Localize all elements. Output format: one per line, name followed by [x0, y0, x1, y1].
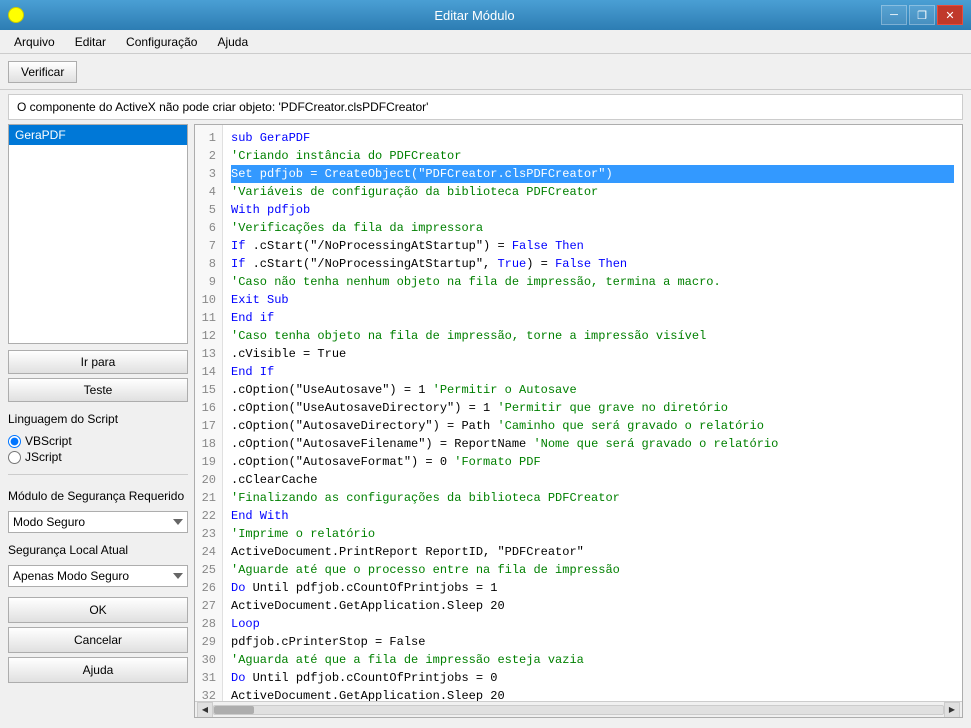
divider-1 — [8, 474, 188, 475]
code-line-13: .cVisible = True — [231, 345, 954, 363]
module-item-gerapdf[interactable]: GeraPDF — [9, 125, 187, 145]
vbscript-radio[interactable]: VBScript — [8, 434, 188, 448]
left-buttons: Ir para Teste — [8, 350, 188, 402]
restore-button[interactable]: ❐ — [909, 5, 935, 25]
scroll-right-arrow[interactable]: ▶ — [944, 702, 960, 718]
scroll-track[interactable] — [213, 705, 944, 715]
code-line-8: If .cStart("/NoProcessingAtStartup", Tru… — [231, 255, 954, 273]
title-bar: Editar Módulo ─ ❐ ✕ — [0, 0, 971, 30]
left-panel: GeraPDF Ir para Teste Linguagem do Scrip… — [8, 124, 188, 718]
code-line-1: sub GeraPDF — [231, 129, 954, 147]
menu-ajuda[interactable]: Ajuda — [207, 33, 258, 51]
code-line-18: .cOption("AutosaveFilename") = ReportNam… — [231, 435, 954, 453]
horizontal-scrollbar[interactable]: ◀ ▶ — [195, 701, 962, 717]
code-line-15: .cOption("UseAutosave") = 1 'Permitir o … — [231, 381, 954, 399]
code-line-26: Do Until pdfjob.cCountOfPrintjobs = 1 — [231, 579, 954, 597]
bottom-buttons: OK Cancelar Ajuda — [8, 597, 188, 683]
code-line-31: Do Until pdfjob.cCountOfPrintjobs = 0 — [231, 669, 954, 687]
seg-local-select[interactable]: Apenas Modo Seguro Modo Inseguro — [8, 565, 188, 587]
cancelar-button[interactable]: Cancelar — [8, 627, 188, 653]
window-controls: ─ ❐ ✕ — [881, 5, 963, 25]
code-line-12: 'Caso tenha objeto na fila de impressão,… — [231, 327, 954, 345]
module-list[interactable]: GeraPDF — [8, 124, 188, 344]
minimize-button[interactable]: ─ — [881, 5, 907, 25]
verify-button[interactable]: Verificar — [8, 61, 77, 83]
code-line-19: .cOption("AutosaveFormat") = 0 'Formato … — [231, 453, 954, 471]
script-radio-group: VBScript JScript — [8, 434, 188, 464]
code-line-24: ActiveDocument.PrintReport ReportID, "PD… — [231, 543, 954, 561]
menu-bar: Arquivo Editar Configuração Ajuda — [0, 30, 971, 54]
scroll-left-arrow[interactable]: ◀ — [197, 702, 213, 718]
menu-arquivo[interactable]: Arquivo — [4, 33, 65, 51]
code-line-9: 'Caso não tenha nenhum objeto na fila de… — [231, 273, 954, 291]
modulo-seg-select[interactable]: Modo Seguro Modo Inseguro — [8, 511, 188, 533]
code-line-23: 'Imprime o relatório — [231, 525, 954, 543]
code-line-2: 'Criando instância do PDFCreator — [231, 147, 954, 165]
code-line-11: End if — [231, 309, 954, 327]
code-line-22: End With — [231, 507, 954, 525]
code-line-30: 'Aguarda até que a fila de impressão est… — [231, 651, 954, 669]
code-line-25: 'Aguarde até que o processo entre na fil… — [231, 561, 954, 579]
close-button[interactable]: ✕ — [937, 5, 963, 25]
menu-editar[interactable]: Editar — [65, 33, 116, 51]
code-line-20: .cClearCache — [231, 471, 954, 489]
code-line-27: ActiveDocument.GetApplication.Sleep 20 — [231, 597, 954, 615]
main-content: GeraPDF Ir para Teste Linguagem do Scrip… — [0, 124, 971, 726]
jscript-label: JScript — [25, 450, 62, 464]
code-line-32: ActiveDocument.GetApplication.Sleep 20 — [231, 687, 954, 701]
code-content[interactable]: sub GeraPDF'Criando instância do PDFCrea… — [223, 125, 962, 701]
error-message: O componente do ActiveX não pode criar o… — [17, 100, 428, 114]
code-line-16: .cOption("UseAutosaveDirectory") = 1 'Pe… — [231, 399, 954, 417]
scroll-thumb[interactable] — [214, 706, 254, 714]
code-line-10: Exit Sub — [231, 291, 954, 309]
code-line-4: 'Variáveis de configuração da biblioteca… — [231, 183, 954, 201]
ok-button[interactable]: OK — [8, 597, 188, 623]
code-line-7: If .cStart("/NoProcessingAtStartup") = F… — [231, 237, 954, 255]
window-title: Editar Módulo — [68, 8, 881, 23]
code-line-29: pdfjob.cPrinterStop = False — [231, 633, 954, 651]
ajuda-button[interactable]: Ajuda — [8, 657, 188, 683]
code-line-21: 'Finalizando as configurações da bibliot… — [231, 489, 954, 507]
seg-local-label: Segurança Local Atual — [8, 543, 188, 557]
code-line-17: .cOption("AutosaveDirectory") = Path 'Ca… — [231, 417, 954, 435]
code-line-5: With pdfjob — [231, 201, 954, 219]
line-numbers: 1234567891011121314151617181920212223242… — [195, 125, 223, 701]
code-line-28: Loop — [231, 615, 954, 633]
error-bar: O componente do ActiveX não pode criar o… — [8, 94, 963, 120]
code-line-6: 'Verificações da fila da impressora — [231, 219, 954, 237]
toolbar: Verificar — [0, 54, 971, 90]
ir-para-button[interactable]: Ir para — [8, 350, 188, 374]
jscript-radio[interactable]: JScript — [8, 450, 188, 464]
teste-button[interactable]: Teste — [8, 378, 188, 402]
code-editor: 1234567891011121314151617181920212223242… — [194, 124, 963, 718]
menu-configuracao[interactable]: Configuração — [116, 33, 207, 51]
code-scroll-area[interactable]: 1234567891011121314151617181920212223242… — [195, 125, 962, 701]
linguagem-label: Linguagem do Script — [8, 412, 188, 426]
code-line-3: Set pdfjob = CreateObject("PDFCreator.cl… — [231, 165, 954, 183]
modulo-seg-label: Módulo de Segurança Requerido — [8, 489, 188, 503]
code-line-14: End If — [231, 363, 954, 381]
vbscript-label: VBScript — [25, 434, 72, 448]
